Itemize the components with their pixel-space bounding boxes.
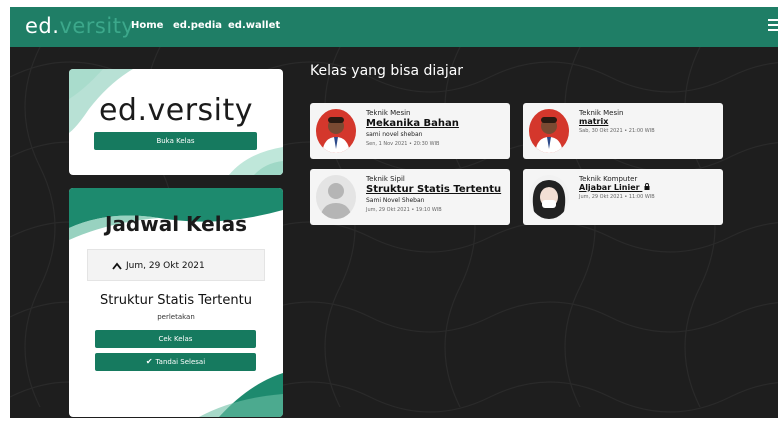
teacher-avatar bbox=[529, 175, 569, 219]
teacher-avatar bbox=[529, 109, 569, 153]
nav-edwallet-link[interactable]: ed.wallet bbox=[228, 19, 280, 33]
top-navbar: ed.versity Home ed.pedia ed.wallet bbox=[10, 7, 778, 47]
class-department: Teknik Komputer bbox=[579, 175, 638, 183]
class-title-link[interactable]: matrix bbox=[579, 117, 608, 126]
class-department: Teknik Mesin bbox=[366, 109, 411, 117]
class-card[interactable]: Teknik Mesin matrix Sab, 30 Okt 2021 • 2… bbox=[523, 103, 723, 159]
teacher-avatar bbox=[316, 109, 356, 153]
class-title-link[interactable]: Struktur Statis Tertentu bbox=[366, 184, 501, 195]
class-department: Teknik Mesin bbox=[579, 109, 624, 117]
scheduled-class-topic: perletakan bbox=[157, 313, 195, 321]
class-card[interactable]: Teknik Komputer Aljabar Linier Jum, 29 O… bbox=[523, 169, 723, 225]
class-department: Teknik Sipil bbox=[366, 175, 405, 183]
buka-kelas-button[interactable]: Buka Kelas bbox=[94, 132, 257, 150]
class-title-link[interactable]: Mekanika Bahan bbox=[366, 118, 459, 129]
app-frame: ed.versity Home ed.pedia ed.wallet ed.ve… bbox=[10, 7, 778, 418]
nav-home-link[interactable]: Home bbox=[131, 19, 163, 33]
tandai-selesai-label: Tandai Selesai bbox=[155, 358, 206, 366]
nav-edpedia-link[interactable]: ed.pedia bbox=[173, 19, 222, 33]
schedule-card: Jadwal Kelas Jum, 29 Okt 2021 Struktur S… bbox=[69, 188, 283, 417]
class-title-link[interactable]: Aljabar Linier bbox=[579, 183, 650, 192]
class-time: Jum, 29 Okt 2021 • 11:00 WIB bbox=[579, 194, 655, 200]
class-time: Jum, 29 Okt 2021 • 19:10 WIB bbox=[366, 207, 442, 213]
chevron-up-icon bbox=[112, 262, 122, 270]
class-title-text: Aljabar Linier bbox=[579, 183, 640, 192]
class-time: Sen, 1 Nov 2021 • 20:30 WIB bbox=[366, 141, 440, 147]
class-time: Sab, 30 Okt 2021 • 21:00 WIB bbox=[579, 128, 655, 134]
site-logo[interactable]: ed.versity bbox=[25, 13, 134, 39]
default-avatar-icon bbox=[316, 175, 356, 219]
scheduled-class-title: Struktur Statis Tertentu bbox=[100, 293, 252, 308]
class-card[interactable]: Teknik Sipil Struktur Statis Tertentu Sa… bbox=[310, 169, 510, 225]
logo-text-versity: versity bbox=[59, 14, 135, 38]
lock-icon bbox=[644, 183, 650, 192]
schedule-title: Jadwal Kelas bbox=[104, 212, 247, 236]
cek-kelas-button[interactable]: Cek Kelas bbox=[95, 330, 256, 348]
date-accordion-header[interactable]: Jum, 29 Okt 2021 bbox=[87, 249, 265, 281]
section-title: Kelas yang bisa diajar bbox=[310, 63, 464, 79]
hamburger-icon[interactable] bbox=[768, 19, 778, 33]
class-teacher: Sami Novel Sheban bbox=[366, 197, 425, 204]
check-icon: ✔ bbox=[145, 357, 153, 366]
tandai-selesai-button[interactable]: ✔ Tandai Selesai bbox=[95, 353, 256, 371]
brand-title: ed.versity bbox=[98, 93, 254, 128]
brand-card: ed.versity Buka Kelas bbox=[69, 69, 283, 175]
schedule-date: Jum, 29 Okt 2021 bbox=[126, 261, 205, 271]
class-card[interactable]: Teknik Mesin Mekanika Bahan sami novel s… bbox=[310, 103, 510, 159]
logo-text-ed: ed. bbox=[25, 14, 60, 38]
class-teacher: sami novel sheban bbox=[366, 131, 423, 138]
